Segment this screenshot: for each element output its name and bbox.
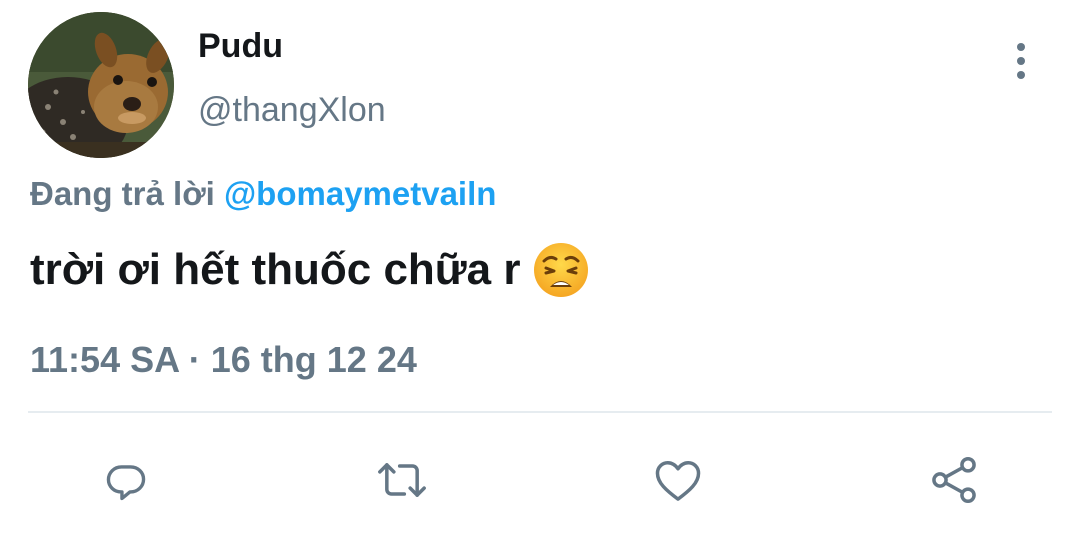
replying-to-label: Đang trả lời — [30, 175, 224, 212]
heart-icon — [655, 460, 701, 501]
tweet-detail: Pudu @thangXlon Đang trả lời @bomaymetva… — [0, 0, 1080, 538]
share-button[interactable] — [926, 452, 982, 508]
retweet-button[interactable] — [374, 452, 430, 508]
replying-to: Đang trả lời @bomaymetvailn — [30, 172, 496, 216]
reply-mention-link[interactable]: @bomaymetvailn — [224, 175, 496, 212]
share-icon — [932, 457, 976, 503]
like-button[interactable] — [650, 452, 706, 508]
vertical-ellipsis-icon — [1017, 43, 1025, 79]
divider — [28, 411, 1052, 413]
weary-face-icon — [532, 241, 590, 299]
retweet-icon — [378, 463, 426, 497]
more-options-button[interactable] — [1000, 36, 1042, 86]
reply-button[interactable] — [98, 452, 154, 508]
avatar-image — [28, 12, 174, 158]
avatar[interactable] — [28, 12, 174, 158]
tweet-text-content: trời ơi hết thuốc chữa r — [30, 245, 521, 294]
tweet-timestamp[interactable]: 11:54 SA · 16 thg 12 24 — [30, 338, 417, 382]
speech-bubble-icon — [106, 465, 146, 501]
display-name[interactable]: Pudu — [198, 24, 283, 68]
tweet-text: trời ơi hết thuốc chữa r — [30, 240, 590, 300]
user-handle[interactable]: @thangXlon — [198, 88, 386, 132]
